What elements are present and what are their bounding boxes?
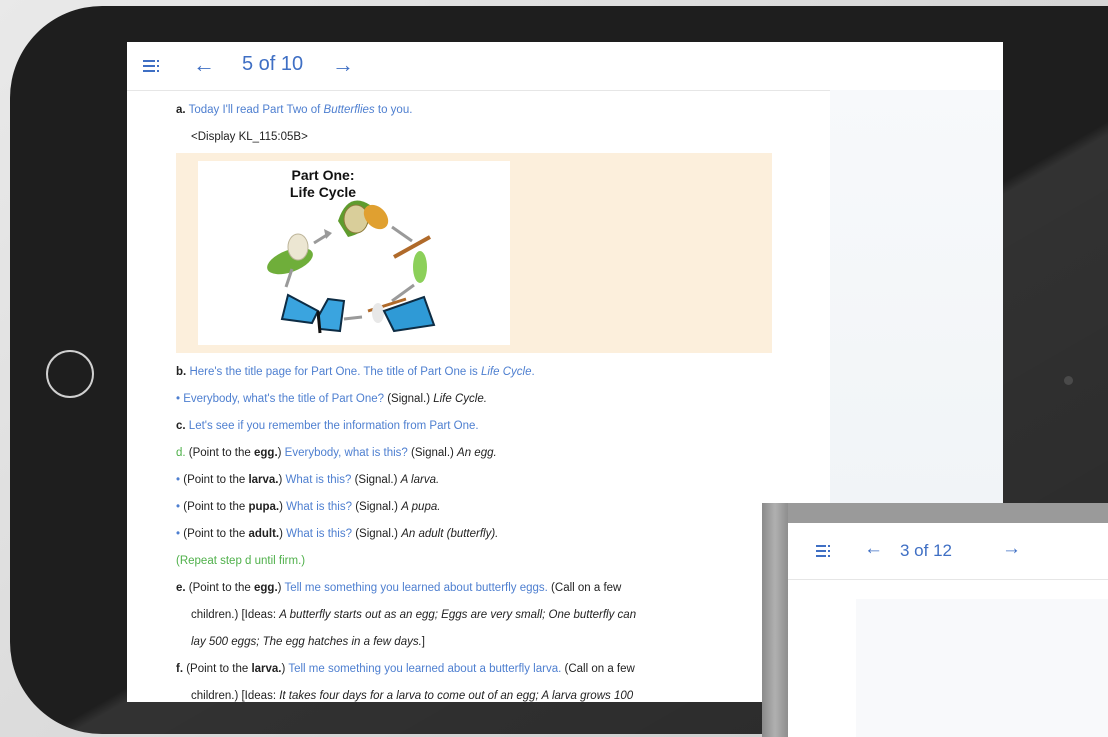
repeat-correction: (Repeat step d until firm.) bbox=[176, 555, 306, 567]
step-e: e. (Point to the egg.) Tell me something… bbox=[176, 582, 622, 594]
step-f: f. (Point to the larva.) Tell me somethi… bbox=[176, 663, 635, 675]
phone-screen: ← 3 of 12 → bbox=[788, 523, 1108, 737]
step-b: b. Here's the title page for Part One. T… bbox=[176, 366, 535, 378]
page-indicator: 5 of 10 bbox=[242, 53, 304, 75]
phone-bezel-edge bbox=[762, 503, 788, 737]
step-b-question: • Everybody, what's the title of Part On… bbox=[176, 393, 487, 405]
step-d-pupa: • (Point to the pupa.) What is this? (Si… bbox=[176, 501, 441, 513]
step-d-larva: • (Point to the larva.) What is this? (S… bbox=[176, 474, 440, 486]
phone-content-area bbox=[856, 599, 1108, 737]
phone-toolbar: ← 3 of 12 → bbox=[788, 523, 1108, 580]
step-f-ideas: children.) [Ideas: It takes four days fo… bbox=[191, 690, 634, 702]
step-c: c. Let's see if you remember the informa… bbox=[176, 420, 479, 432]
phone-prev-page-arrow-icon[interactable]: ← bbox=[864, 538, 883, 560]
step-d: d. (Point to the egg.) Everybody, what i… bbox=[176, 447, 497, 459]
home-button[interactable] bbox=[46, 350, 94, 398]
step-d-adult: • (Point to the adult.) What is this? (S… bbox=[176, 528, 499, 540]
phone-device: ← 3 of 12 → bbox=[762, 503, 1108, 737]
hamburger-menu-icon[interactable] bbox=[816, 545, 832, 557]
step-e-ideas: children.) [Ideas: A butterfly starts ou… bbox=[191, 609, 637, 621]
phone-next-page-arrow-icon[interactable]: → bbox=[1002, 538, 1021, 560]
next-page-arrow-icon[interactable]: → bbox=[332, 52, 354, 78]
step-marker: a. bbox=[176, 104, 186, 116]
life-cycle-figure: Part One: Life Cycle bbox=[198, 161, 510, 345]
step-e-ideas-cont: lay 500 eggs; The egg hatches in a few d… bbox=[191, 636, 425, 648]
step-a: a. Today I'll read Part Two of Butterfli… bbox=[176, 104, 413, 116]
phone-page-indicator: 3 of 12 bbox=[900, 541, 952, 560]
lesson-content: a. Today I'll read Part Two of Butterfli… bbox=[176, 97, 826, 702]
display-reference: <Display KL_115:05B> bbox=[191, 131, 308, 143]
display-panel: Part One: Life Cycle bbox=[176, 153, 772, 353]
prev-page-arrow-icon[interactable]: ← bbox=[193, 52, 215, 78]
camera-icon bbox=[1064, 376, 1073, 385]
hamburger-menu-icon[interactable] bbox=[143, 60, 159, 72]
toolbar: ← 5 of 10 → bbox=[127, 42, 1003, 91]
life-cycle-illustration bbox=[267, 200, 436, 334]
